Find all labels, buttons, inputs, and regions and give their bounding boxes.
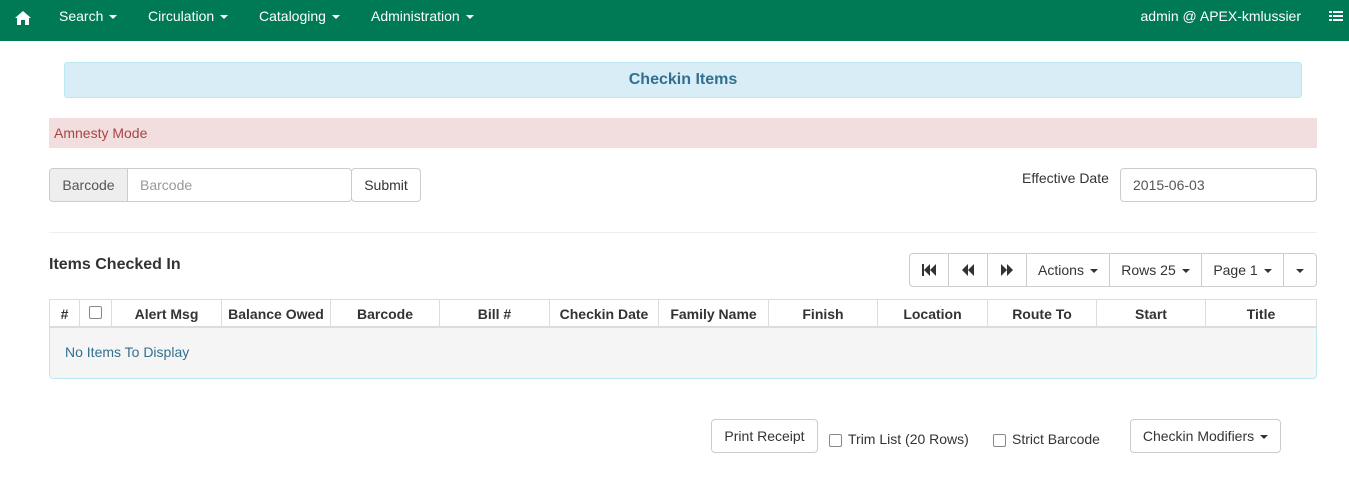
grid-body: No Items To Display (49, 328, 1317, 379)
strict-barcode-checkbox[interactable] (993, 434, 1006, 447)
strict-barcode-label[interactable]: Strict Barcode (1012, 431, 1100, 447)
caret-down-icon (220, 15, 229, 20)
nav-menu-circulation[interactable]: Circulation (148, 0, 229, 33)
column-header-route-to[interactable]: Route To (988, 300, 1097, 327)
column-header-start[interactable]: Start (1097, 300, 1206, 327)
actions-label: Actions (1038, 262, 1084, 278)
nav-menu-administration[interactable]: Administration (371, 0, 474, 33)
print-receipt-button[interactable]: Print Receipt (711, 419, 818, 453)
grid-title: Items Checked In (49, 256, 181, 273)
actions-dropdown[interactable]: Actions (1026, 253, 1110, 287)
prev-page-icon (962, 255, 974, 287)
column-header-location[interactable]: Location (878, 300, 988, 327)
caret-down-icon (1296, 269, 1304, 274)
nav-menu-label: Search (59, 8, 104, 24)
amnesty-mode-alert: Amnesty Mode (49, 118, 1317, 148)
caret-down-icon (109, 15, 118, 20)
column-header-balance-owed[interactable]: Balance Owed (222, 300, 331, 327)
barcode-addon-label: Barcode (49, 168, 128, 202)
rows-dropdown[interactable]: Rows 25 (1109, 253, 1202, 287)
caret-down-icon (1089, 269, 1098, 274)
checkin-modifiers-label: Checkin Modifiers (1142, 428, 1255, 444)
nav-menu-cataloging[interactable]: Cataloging (259, 0, 340, 33)
caret-down-icon (465, 15, 474, 20)
next-page-button[interactable] (987, 253, 1027, 287)
columns-dropdown[interactable] (1283, 253, 1317, 287)
submit-button[interactable]: Submit (351, 168, 421, 202)
column-header-index[interactable]: # (50, 300, 80, 327)
user-workstation-label[interactable]: admin @ APEX-kmlussier (1141, 0, 1301, 33)
first-page-icon (922, 255, 936, 287)
nav-menu-label: Circulation (148, 8, 215, 24)
column-header-family-name[interactable]: Family Name (659, 300, 769, 327)
page-dropdown[interactable]: Page 1 (1201, 253, 1284, 287)
column-header-barcode[interactable]: Barcode (331, 300, 440, 327)
column-header-title[interactable]: Title (1206, 300, 1316, 327)
page-label: Page 1 (1213, 262, 1258, 278)
nav-menu-search[interactable]: Search (59, 0, 118, 33)
nav-menu-label: Administration (371, 8, 460, 24)
caret-down-icon (1181, 269, 1190, 274)
effective-date-input[interactable] (1120, 168, 1317, 202)
column-header-alert-msg[interactable]: Alert Msg (112, 300, 222, 327)
caret-down-icon (1260, 435, 1269, 440)
barcode-input[interactable] (127, 168, 352, 202)
empty-grid-message: No Items To Display (65, 344, 190, 360)
grid-header: # Alert Msg Balance Owed Barcode Bill # … (49, 299, 1317, 328)
caret-down-icon (1263, 269, 1272, 274)
select-all-checkbox[interactable] (89, 306, 102, 319)
column-header-select (80, 300, 112, 327)
divider (49, 232, 1317, 233)
column-header-checkin-date[interactable]: Checkin Date (550, 300, 659, 327)
rows-label: Rows 25 (1121, 262, 1176, 278)
caret-down-icon (331, 15, 340, 20)
checkin-modifiers-dropdown[interactable]: Checkin Modifiers (1130, 419, 1281, 453)
next-page-icon (1001, 255, 1013, 287)
effective-date-label: Effective Date (1022, 170, 1109, 186)
nav-menu-label: Cataloging (259, 8, 326, 24)
page-title: Checkin Items (64, 62, 1302, 98)
top-navbar: Search Circulation Cataloging Administra… (0, 0, 1349, 41)
home-icon[interactable] (14, 9, 32, 27)
prev-page-button[interactable] (948, 253, 988, 287)
column-header-bill-number[interactable]: Bill # (440, 300, 550, 327)
trim-list-checkbox[interactable] (829, 434, 842, 447)
column-header-finish[interactable]: Finish (769, 300, 878, 327)
trim-list-label[interactable]: Trim List (20 Rows) (848, 431, 969, 447)
list-icon[interactable] (1329, 10, 1343, 24)
first-page-button[interactable] (909, 253, 949, 287)
